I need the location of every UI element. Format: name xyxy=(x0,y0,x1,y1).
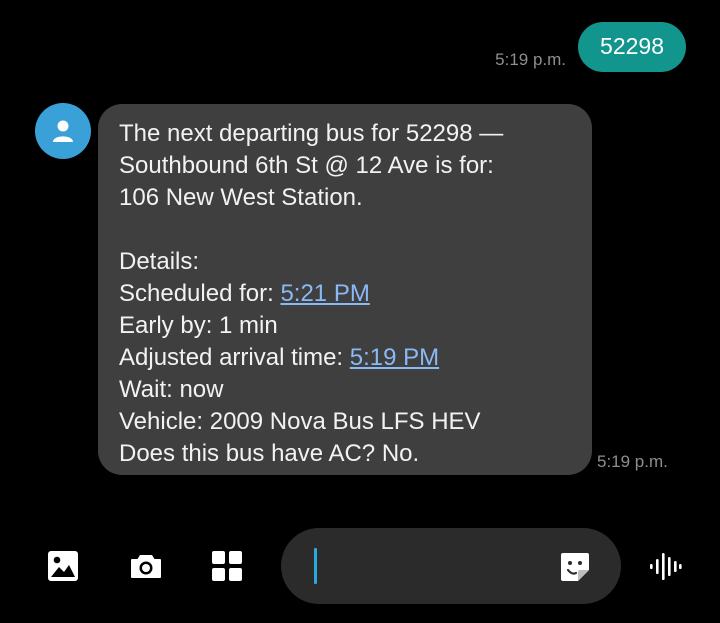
camera-icon[interactable] xyxy=(129,549,163,583)
sticker-icon[interactable] xyxy=(558,550,592,584)
image-icon[interactable] xyxy=(46,549,80,583)
vehicle-line: Vehicle: 2009 Nova Bus LFS HEV xyxy=(119,408,481,435)
voice-waveform-icon[interactable] xyxy=(648,549,682,583)
grid-icon[interactable] xyxy=(210,549,244,583)
person-icon xyxy=(53,120,73,142)
incoming-timestamp: 5:19 p.m. xyxy=(597,452,668,471)
scheduled-label: Scheduled for: xyxy=(119,280,281,307)
wait-line: Wait: now xyxy=(119,376,224,403)
scheduled-line: Scheduled for: 5:21 PM xyxy=(119,278,572,310)
adjusted-time-link[interactable]: 5:19 PM xyxy=(350,344,439,371)
ac-line: Does this bus have AC? No. xyxy=(119,440,420,467)
adjusted-label: Adjusted arrival time: xyxy=(119,344,350,371)
adjusted-line: Adjusted arrival time: 5:19 PM xyxy=(119,342,572,374)
early-by-line: Early by: 1 min xyxy=(119,312,278,339)
scheduled-time-link[interactable]: 5:21 PM xyxy=(280,280,369,307)
conversation-screen: 5:19 p.m. 52298 The next departing bus f… xyxy=(0,0,720,623)
details-label: Details: xyxy=(119,248,200,275)
message-input[interactable] xyxy=(281,528,621,604)
message-line: 106 New West Station. xyxy=(119,184,363,211)
text-cursor xyxy=(314,548,317,584)
contact-avatar[interactable] xyxy=(35,103,91,159)
message-line: Southbound 6th St @ 12 Ave is for: xyxy=(119,152,494,179)
outgoing-timestamp: 5:19 p.m. xyxy=(495,50,567,69)
outgoing-message-row: 5:19 p.m. 52298 xyxy=(495,22,686,72)
outgoing-message-bubble[interactable]: 52298 xyxy=(578,22,686,72)
message-line: The next departing bus for 52298 — xyxy=(119,120,504,147)
incoming-message-bubble[interactable]: The next departing bus for 52298 — South… xyxy=(98,104,592,475)
